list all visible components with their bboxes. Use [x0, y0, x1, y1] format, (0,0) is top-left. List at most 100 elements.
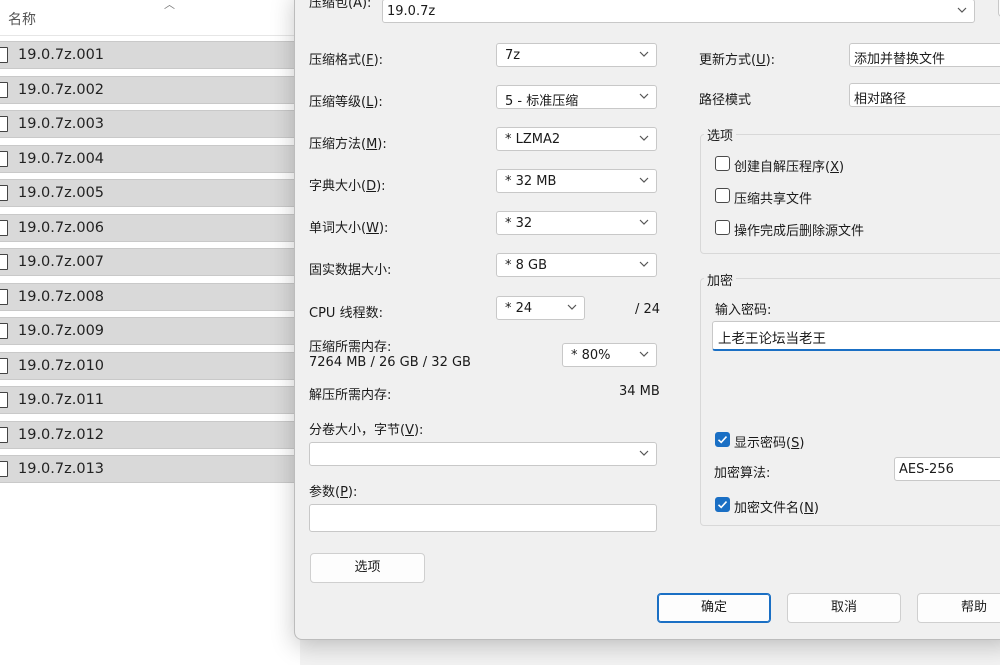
chevron-down-icon	[567, 304, 577, 310]
show-password-label: 显示密码(S)	[734, 436, 805, 451]
volume-size-combo[interactable]	[309, 442, 657, 466]
file-icon	[0, 47, 8, 63]
file-row[interactable]: 19.0.7z.004	[0, 144, 300, 173]
ok-button[interactable]: 确定	[657, 593, 771, 623]
level-value: 5 - 标准压缩	[505, 94, 579, 109]
file-name: 19.0.7z.007	[18, 254, 105, 270]
format-value: 7z	[505, 48, 521, 63]
file-name: 19.0.7z.009	[18, 323, 105, 339]
file-icon	[0, 323, 8, 339]
file-icon	[0, 392, 8, 408]
chevron-down-icon	[639, 177, 649, 183]
chevron-down-icon	[639, 93, 649, 99]
archive-path-combo[interactable]: 19.0.7z	[382, 0, 975, 23]
file-row[interactable]: 19.0.7z.006	[0, 213, 300, 242]
dict-select[interactable]: * 32 MB	[496, 169, 657, 193]
cpu-threads-select[interactable]: * 24	[496, 296, 585, 320]
level-select[interactable]: 5 - 标准压缩	[496, 85, 657, 109]
file-row[interactable]: 19.0.7z.012	[0, 420, 300, 449]
column-header-name[interactable]: 名称	[8, 9, 36, 29]
cancel-button[interactable]: 取消	[787, 593, 901, 623]
file-icon	[0, 426, 8, 443]
file-row[interactable]: 19.0.7z.007	[0, 248, 300, 276]
encryption-group-title: 加密	[704, 270, 737, 289]
file-row[interactable]: 19.0.7z.013	[0, 455, 300, 483]
show-password-checkbox[interactable]	[715, 432, 730, 447]
encrypt-names-label: 加密文件名(N)	[734, 501, 819, 516]
params-input[interactable]	[309, 504, 657, 532]
method-label: 压缩方法(M):	[309, 137, 387, 152]
file-name: 19.0.7z.004	[18, 150, 105, 167]
delete-after-label: 操作完成后删除源文件	[734, 224, 865, 239]
column-header[interactable]: 名称 ︿	[0, 0, 300, 36]
algorithm-select[interactable]: AES-256	[894, 457, 1000, 481]
password-input[interactable]: 上老王论坛当老王	[712, 321, 1000, 351]
chevron-down-icon	[639, 135, 649, 141]
mem-usage-select[interactable]: * 80%	[562, 343, 657, 367]
dict-label: 字典大小(D):	[309, 179, 386, 194]
file-row[interactable]: 19.0.7z.005	[0, 179, 300, 207]
format-select[interactable]: 7z	[496, 43, 657, 67]
file-icon	[0, 81, 8, 98]
file-row[interactable]: 19.0.7z.002	[0, 75, 300, 104]
path-mode-select[interactable]: 相对路径	[849, 83, 1000, 107]
file-icon	[0, 288, 8, 305]
password-value: 上老王论坛当老王	[718, 331, 826, 347]
file-name: 19.0.7z.001	[18, 47, 105, 63]
chevron-down-icon	[639, 51, 649, 57]
path-mode-label: 路径模式	[699, 93, 752, 108]
file-icon	[0, 219, 8, 236]
update-mode-select[interactable]: 添加并替换文件	[849, 43, 1000, 67]
file-row[interactable]: 19.0.7z.009	[0, 317, 300, 345]
file-row[interactable]: 19.0.7z.001	[0, 41, 300, 69]
mem-decompress-label: 解压所需内存:	[309, 388, 392, 403]
password-label: 输入密码:	[715, 303, 772, 318]
format-label: 压缩格式(F):	[309, 53, 384, 68]
word-select[interactable]: * 32	[496, 211, 657, 235]
mem-compress-label: 压缩所需内存:	[309, 340, 392, 355]
sfx-checkbox[interactable]	[715, 156, 730, 171]
solid-label: 固实数据大小:	[309, 263, 392, 278]
path-mode-value: 相对路径	[854, 92, 907, 107]
algorithm-value: AES-256	[899, 462, 954, 477]
checkmark-icon	[717, 501, 728, 509]
file-row[interactable]: 19.0.7z.010	[0, 351, 300, 380]
checkmark-icon	[717, 436, 728, 444]
file-name: 19.0.7z.005	[18, 185, 105, 201]
file-row[interactable]: 19.0.7z.003	[0, 110, 300, 138]
word-label: 单词大小(W):	[309, 221, 389, 236]
file-explorer-list: 名称 ︿ 19.0.7z.001 19.0.7z.002 19.0.7z.003 19…	[0, 0, 300, 665]
cpu-threads-value: * 24	[505, 301, 533, 316]
shared-files-checkbox[interactable]	[715, 188, 730, 203]
method-select[interactable]: * LZMA2	[496, 127, 657, 151]
solid-select[interactable]: * 8 GB	[496, 253, 657, 277]
file-row[interactable]: 19.0.7z.011	[0, 386, 300, 414]
word-value: * 32	[505, 216, 533, 231]
solid-value: * 8 GB	[505, 258, 548, 273]
cpu-max-threads: / 24	[635, 302, 661, 317]
add-to-archive-dialog: 压缩包(A): 19.0.7z 压缩格式(F): 7z 压缩等级(L): 5 -…	[294, 0, 1000, 640]
params-label: 参数(P):	[309, 485, 358, 500]
file-icon	[0, 357, 8, 374]
archive-label: 压缩包(A):	[309, 0, 372, 11]
file-icon	[0, 150, 8, 167]
options-group-title: 选项	[704, 125, 737, 144]
file-icon	[0, 185, 8, 201]
chevron-down-icon[interactable]	[638, 447, 650, 459]
shared-files-label: 压缩共享文件	[734, 192, 813, 207]
file-name: 19.0.7z.002	[18, 81, 105, 98]
chevron-down-icon[interactable]	[956, 4, 968, 16]
delete-after-checkbox[interactable]	[715, 220, 730, 235]
encrypt-names-checkbox[interactable]	[715, 497, 730, 512]
method-value: * LZMA2	[505, 132, 561, 147]
file-row[interactable]: 19.0.7z.008	[0, 282, 300, 311]
update-mode-label: 更新方式(U):	[699, 53, 776, 68]
options-button[interactable]: 选项	[310, 553, 425, 583]
help-button[interactable]: 帮助	[917, 593, 1000, 623]
archive-path-value: 19.0.7z	[387, 4, 436, 19]
mem-usage-value: * 80%	[571, 348, 611, 363]
file-name: 19.0.7z.010	[18, 357, 105, 374]
file-name: 19.0.7z.013	[18, 461, 105, 477]
chevron-down-icon	[639, 261, 649, 267]
mem-decompress-value: 34 MB	[619, 384, 660, 399]
